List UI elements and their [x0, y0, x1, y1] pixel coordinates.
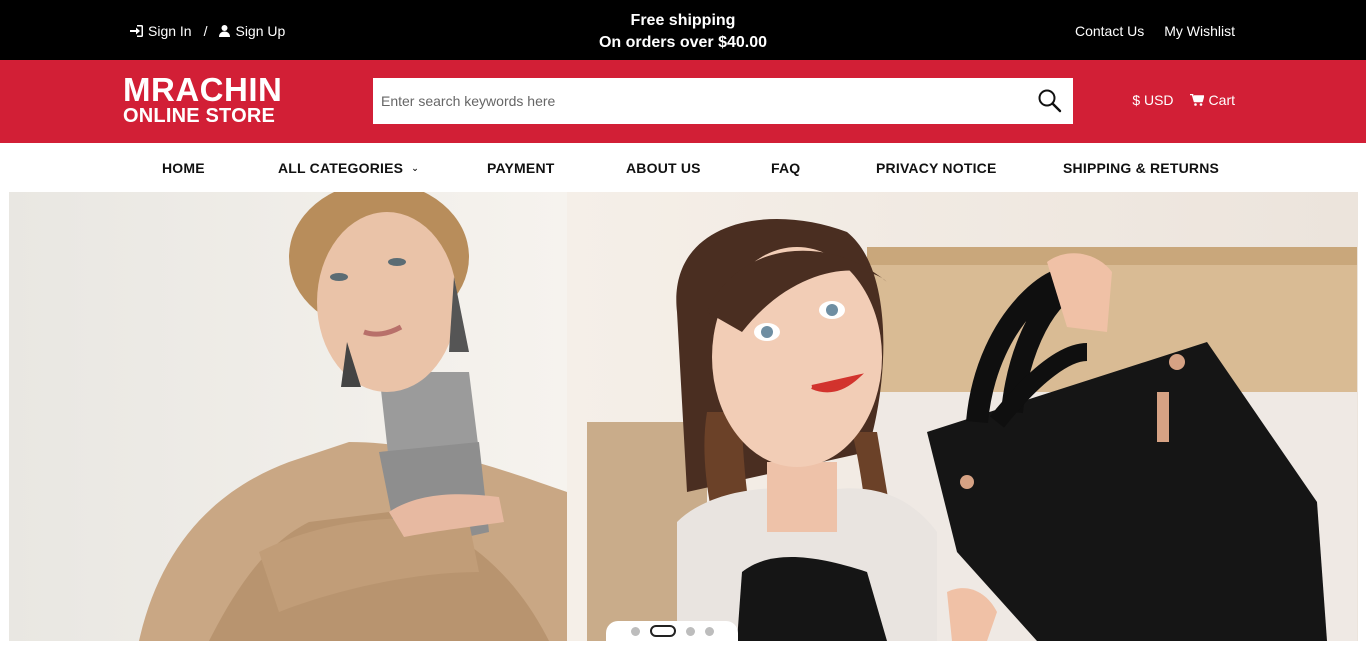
- store-logo[interactable]: MRACHIN ONLINE STORE: [123, 73, 282, 126]
- logo-line-2: ONLINE STORE: [123, 105, 276, 127]
- top-bar: Sign In / Sign Up Free shipping On order…: [0, 0, 1366, 60]
- currency-selector[interactable]: $ USD: [1132, 92, 1173, 108]
- header-actions: $ USD Cart: [1132, 92, 1235, 108]
- cart-icon: [1189, 94, 1204, 106]
- nav-item-payment[interactable]: PAYMENT: [487, 160, 555, 176]
- contact-us-link[interactable]: Contact Us: [1075, 23, 1144, 39]
- slider-dot-4[interactable]: [704, 626, 714, 636]
- slider-dot-3[interactable]: [685, 626, 695, 636]
- nav-item-privacy-notice[interactable]: PRIVACY NOTICE: [876, 160, 997, 176]
- logo-line-1: MRACHIN: [123, 71, 283, 108]
- search-button[interactable]: [1037, 88, 1063, 114]
- nav-item-shipping-returns[interactable]: SHIPPING & RETURNS: [1063, 160, 1219, 176]
- hero-image-right: [567, 192, 1358, 641]
- nav-item-home[interactable]: HOME: [162, 160, 205, 176]
- nav-item-about-us[interactable]: ABOUT US: [626, 160, 701, 176]
- nav-item-label: ALL CATEGORIES: [278, 160, 404, 176]
- cart-link[interactable]: Cart: [1189, 92, 1235, 108]
- slider-pagination: [606, 621, 738, 641]
- wishlist-link[interactable]: My Wishlist: [1164, 23, 1235, 39]
- nav-item-faq[interactable]: FAQ: [771, 160, 800, 176]
- header: MRACHIN ONLINE STORE $ USD Cart: [0, 60, 1366, 143]
- cart-label: Cart: [1208, 92, 1235, 108]
- chevron-down-icon: ⌄: [411, 163, 419, 173]
- top-links: Contact Us My Wishlist: [1075, 23, 1235, 39]
- search-bar: [373, 78, 1073, 124]
- search-input[interactable]: [373, 78, 1013, 124]
- main-nav: HOME ALL CATEGORIES ⌄ PAYMENT ABOUT US FA…: [0, 143, 1366, 192]
- slider-dot-1[interactable]: [630, 626, 640, 636]
- hero-image-left: [9, 192, 567, 641]
- search-icon: [1038, 89, 1062, 113]
- slider-dot-2[interactable]: [649, 625, 676, 637]
- nav-item-all-categories[interactable]: ALL CATEGORIES ⌄: [278, 160, 419, 176]
- hero-slider[interactable]: [9, 192, 1358, 641]
